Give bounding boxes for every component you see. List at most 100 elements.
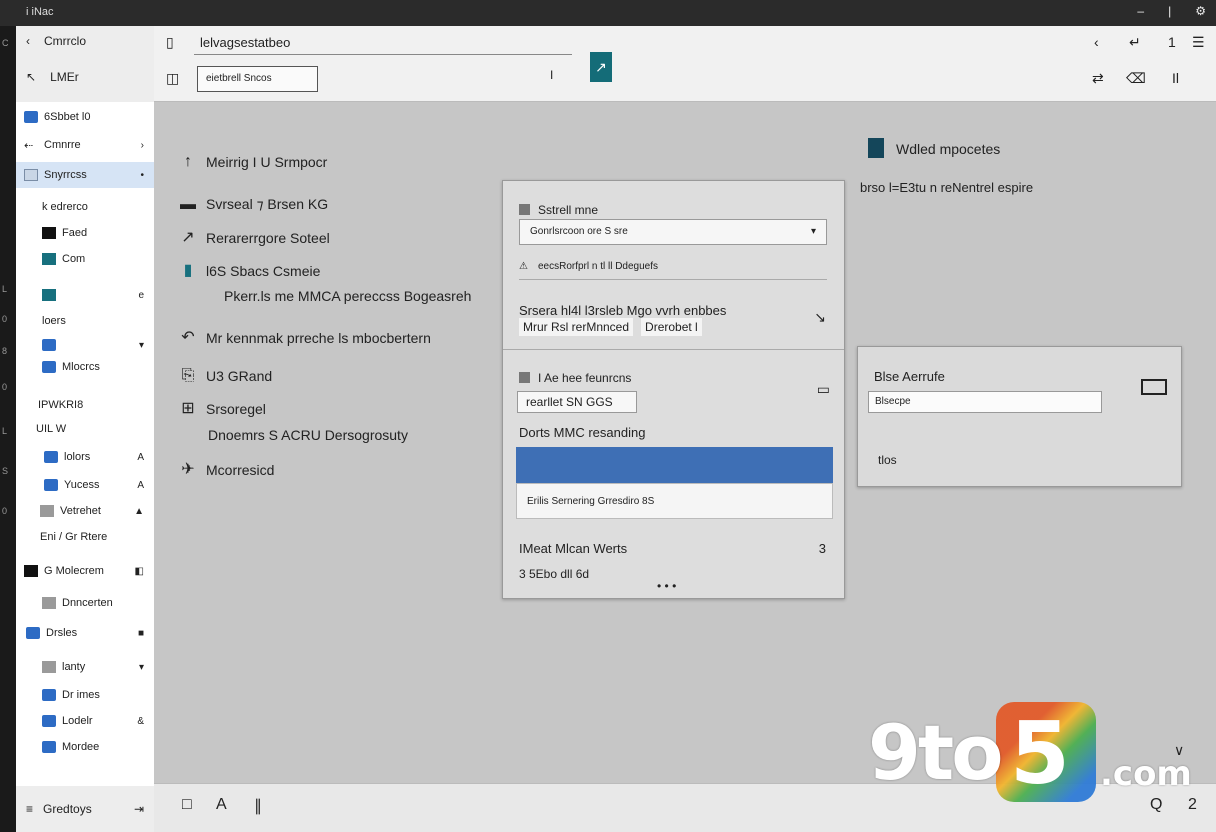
network-icon [40, 505, 54, 517]
sidebar-item[interactable]: Dr imes [16, 682, 154, 708]
expand-icon[interactable]: ⇥ [134, 802, 144, 816]
delete-icon[interactable]: ⌫ [1126, 70, 1146, 87]
document-icon [868, 138, 884, 158]
property-row[interactable]: ✈ Mcorresicd [180, 461, 274, 479]
sidebar-list: 6Sbbet l0 ⇠ Cmnrre › Snyrrcss • k edrerco F… [16, 102, 154, 786]
sidebar-item[interactable]: lolors A [16, 444, 154, 470]
sidebar-item[interactable]: loers [16, 308, 154, 334]
section-heading: Srsera hl4l l3rsleb Mgo vvrh enbbes [519, 303, 727, 318]
menu-icon[interactable]: ☰ [1192, 34, 1205, 51]
panel-input[interactable]: Blsecpe [868, 391, 1102, 413]
sidebar-item[interactable]: G Molecrem ◧ [16, 558, 154, 584]
divider [503, 349, 844, 350]
property-row[interactable]: ↗ Rerarerrgore Soteel [180, 230, 329, 247]
panel-title: Blse Aerrufe [874, 369, 945, 384]
square-icon[interactable]: □ [182, 796, 192, 814]
sidebar: ‹ Cmrrclo ↖ LMEr 6Sbbet l0 ⇠ Cmnrre › Snyr… [16, 26, 154, 832]
property-row[interactable]: ▮ l6S Sbacs Csmeie [180, 262, 321, 280]
status-row: Erilis Sernering Grresdiro 8S [516, 483, 833, 519]
sidebar-item[interactable]: ⇠ Cmnrre › [16, 132, 154, 158]
pin-icon[interactable]: ↘ [814, 309, 826, 326]
sidebar-item[interactable]: Drsles ■ [16, 620, 154, 646]
columns-icon[interactable]: ∥ [254, 796, 262, 816]
checkbox[interactable] [519, 204, 530, 215]
stack-icon: ≡ [26, 802, 34, 816]
up-row[interactable]: ↖ LMEr [26, 70, 79, 84]
window-icon[interactable] [1141, 379, 1167, 395]
option-checkbox[interactable]: Sstrell mne [519, 203, 598, 217]
sidebar-item[interactable]: Faed [16, 220, 154, 246]
watermark-logo: 9to 5 .com [868, 702, 1192, 804]
chart-icon [42, 289, 56, 301]
footer-count: 3 [818, 541, 826, 556]
chevron-down-icon: ▾ [810, 226, 816, 237]
text-icon[interactable]: A [216, 796, 227, 814]
option-checkbox[interactable]: I Ae hee feunrcns [519, 371, 631, 385]
property-row[interactable]: ⊞ Srsoregel [180, 400, 266, 418]
sidebar-footer[interactable]: ≡ Gredtoys ⇥ [16, 786, 154, 832]
minimize-button[interactable]: – [1137, 4, 1144, 18]
back-arrow-icon[interactable]: ‹ [26, 34, 30, 48]
grid-icon: ⊞ [181, 400, 195, 417]
checkbox[interactable] [519, 372, 530, 383]
sidebar-item[interactable]: Yucess A [16, 472, 154, 498]
sidebar-footer-label: Gredtoys [43, 802, 92, 816]
address-bar[interactable]: lelvagsestatbeo [200, 35, 290, 50]
sidebar-item[interactable]: Com [16, 246, 154, 272]
number-icon[interactable]: 1 [1168, 34, 1176, 50]
more-icon[interactable]: • • • [657, 579, 676, 593]
video-icon [44, 479, 58, 491]
sidebar-item[interactable]: Vetrehet ▲ [16, 498, 154, 524]
share-icon: ⇠ [24, 140, 34, 152]
text-cursor: I [550, 68, 554, 82]
property-row[interactable]: ⎘ U3 GRand [180, 368, 273, 385]
back-icon[interactable]: ‹ [1094, 34, 1099, 50]
main-area: ↑ Meirrig I U Srmpocr ▬ Svrseal ⁊ Brsen KG… [154, 102, 1216, 783]
title-bar: i iNac – | ⚙ [0, 0, 1216, 26]
sidebar-item[interactable]: Dnncerten [16, 590, 154, 616]
options-dialog: Sstrell mne Gonrlsrcoon ore S sre ▾ ⚠ eecs… [502, 180, 845, 599]
sidebar-item[interactable]: Mlocrcs [16, 354, 154, 380]
up-arrow-icon[interactable]: ↖ [26, 70, 36, 84]
book-icon[interactable]: ▯ [166, 34, 174, 51]
sidebar-item[interactable]: Lodelr & [16, 708, 154, 734]
sidebar-item[interactable]: lanty ▾ [16, 654, 154, 680]
property-row[interactable]: ↶ Mr kennmak prreche ls mbocbertern [180, 330, 431, 347]
library-icon [42, 661, 56, 673]
cloud-icon [26, 627, 40, 639]
settings-icon[interactable]: ⚙ [1195, 4, 1206, 18]
maximize-button[interactable]: | [1168, 4, 1171, 18]
document-icon [42, 253, 56, 265]
back-row[interactable]: ‹ Cmrrclo [26, 34, 86, 48]
bar-icon: ▬ [180, 195, 196, 213]
panel-icon[interactable]: ◫ [166, 70, 179, 87]
property-row[interactable]: ▬ Svrseal ⁊ Brsen KG [180, 196, 328, 213]
window-icon[interactable]: ▭ [817, 381, 830, 398]
sidebar-item[interactable]: 6Sbbet l0 [16, 104, 154, 130]
bookmark-icon: ▮ [183, 262, 193, 279]
selected-row[interactable] [516, 447, 833, 483]
monitor-icon [42, 361, 56, 373]
text-input[interactable]: rearllet SN GGS [517, 391, 637, 413]
upload-icon: ↑ [184, 153, 192, 170]
inline-fields[interactable]: Mrur Rsl rerMnnced Drerobet l [519, 318, 702, 336]
sidebar-item[interactable]: k edrerco [16, 194, 154, 220]
sidebar-item[interactable]: Mordee [16, 734, 154, 760]
sidebar-item-active[interactable]: Snyrrcss • [16, 162, 154, 188]
option-dropdown[interactable]: Gonrlsrcoon ore S sre ▾ [519, 219, 827, 245]
sync-icon [24, 169, 38, 181]
search-input[interactable]: eietbrell Sncos [197, 66, 318, 92]
toolbar: ▯ lelvagsestatbeo ◫ eietbrell Sncos I ↗ … [154, 26, 1216, 102]
footer-title: IMeat Mlcan Werts [519, 541, 628, 556]
property-row[interactable]: ↑ Meirrig I U Srmpocr [180, 153, 327, 171]
image-icon [42, 339, 56, 351]
sidebar-item[interactable]: e [16, 282, 154, 308]
folder-icon [44, 451, 58, 463]
local-disk-icon [42, 715, 56, 727]
swap-icon[interactable]: ⇄ [1092, 70, 1104, 87]
reply-icon[interactable]: ↵ [1129, 34, 1141, 51]
folder-icon [24, 111, 38, 123]
send-icon: ✈ [181, 461, 195, 478]
pause-icon[interactable]: Il [1172, 70, 1179, 86]
sidebar-item[interactable]: Eni / Gr Rtere [16, 524, 154, 550]
